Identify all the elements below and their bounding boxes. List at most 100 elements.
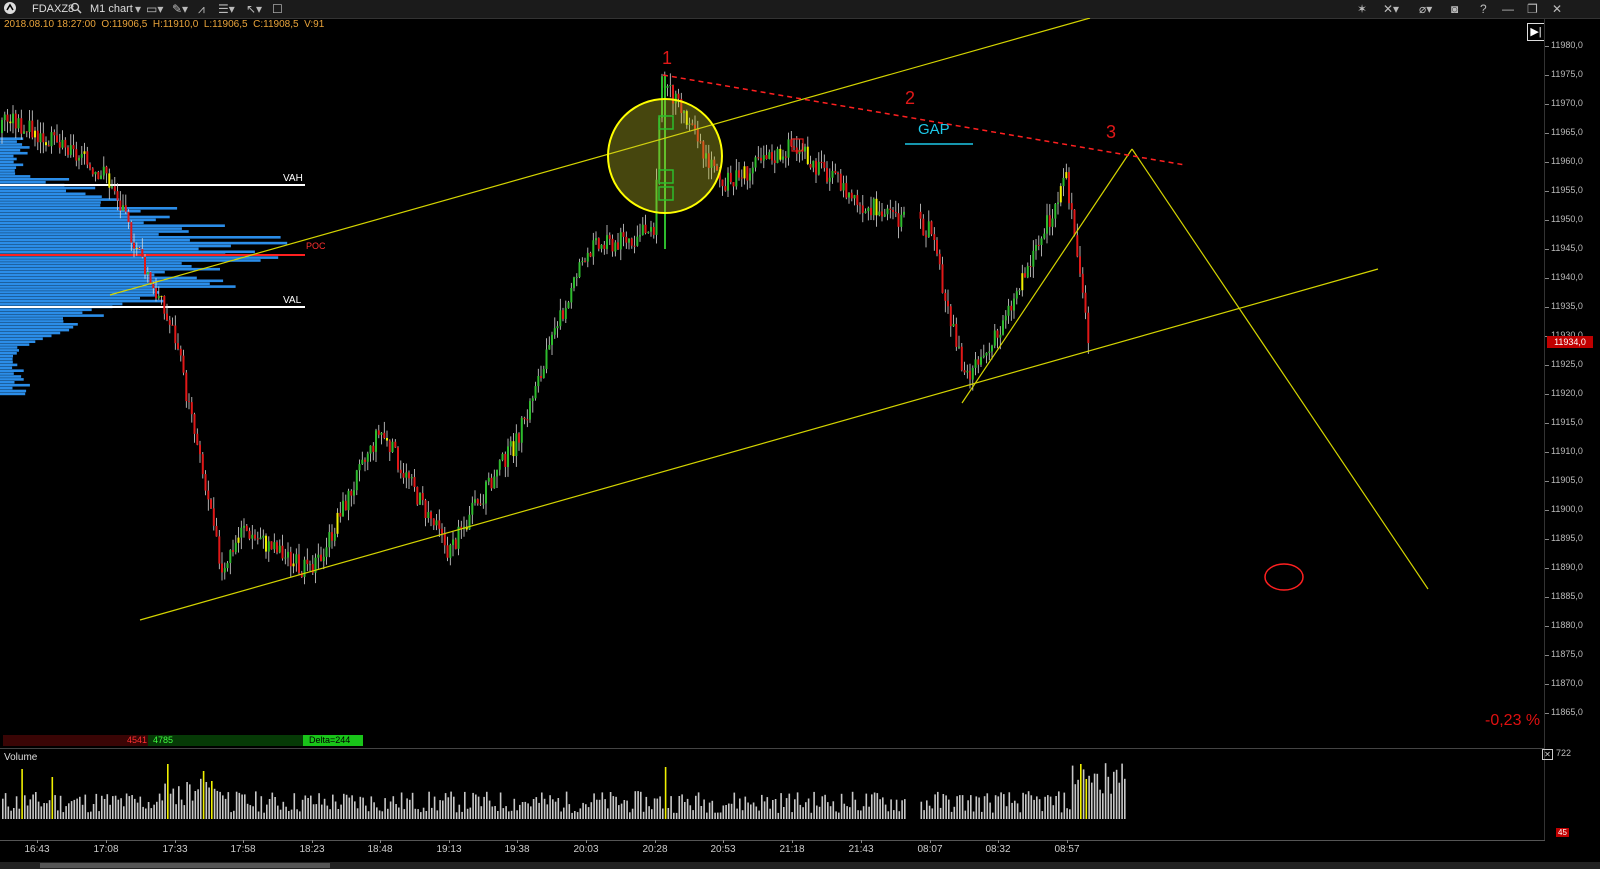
- volume-bar: [978, 797, 980, 819]
- candle-body: [749, 173, 751, 181]
- volume-bar: [433, 796, 436, 819]
- volume-bar: [816, 805, 818, 819]
- candle-body: [892, 210, 894, 212]
- candle-body: [820, 161, 823, 163]
- time-label: 20:53: [710, 844, 736, 855]
- symbol-selector[interactable]: FDAXZ8: [32, 1, 74, 17]
- volume-bar: [750, 804, 752, 819]
- help-icon[interactable]: ?: [1480, 1, 1487, 17]
- volume-bar: [282, 801, 285, 819]
- price-tick: [1545, 394, 1549, 395]
- bars-icon[interactable]: ☰▾: [218, 1, 235, 17]
- candle-body: [512, 441, 515, 457]
- chevron-down-icon[interactable]: ▾: [135, 1, 141, 17]
- candle-body: [232, 550, 234, 552]
- candle-body: [584, 260, 586, 262]
- candle-body: [377, 430, 380, 435]
- maximize-icon[interactable]: ❐: [1527, 1, 1538, 17]
- candle-body: [630, 238, 633, 246]
- chart-type-dropdown[interactable]: M1 chart: [90, 1, 133, 17]
- volume-bar: [736, 808, 738, 819]
- volume-bar: [887, 811, 890, 819]
- time-tick: [655, 840, 656, 843]
- volume-bar: [340, 804, 342, 819]
- volume-bar: [824, 794, 826, 819]
- candle-body: [383, 432, 386, 438]
- candle-body: [743, 166, 746, 179]
- candle-body: [823, 162, 826, 168]
- volume-bar: [563, 807, 565, 819]
- volume-bar: [26, 805, 29, 819]
- candle-body: [177, 343, 179, 349]
- volume-bar: [57, 810, 59, 819]
- volume-bar: [516, 810, 518, 819]
- app-logo-icon[interactable]: [3, 1, 17, 17]
- candle-body: [812, 160, 815, 168]
- candle-body: [287, 551, 289, 558]
- volume-bar: [1019, 812, 1022, 819]
- candle-body: [78, 157, 80, 161]
- candle-body: [97, 172, 100, 180]
- volume-bar: [766, 797, 769, 819]
- volume-bar: [505, 806, 507, 819]
- candle-body: [94, 172, 97, 175]
- volume-bar: [180, 799, 183, 819]
- volume-bar: [1049, 796, 1052, 819]
- candle-body: [834, 170, 837, 173]
- window-icon[interactable]: ☐: [272, 1, 283, 17]
- close-icon[interactable]: ✕: [1552, 1, 1562, 17]
- candle-body: [556, 326, 559, 329]
- search-icon[interactable]: [70, 1, 82, 17]
- monitor-icon[interactable]: ▭▾: [146, 1, 163, 17]
- candle-body: [988, 351, 991, 353]
- profile-bar: [0, 212, 130, 216]
- candle-body: [1040, 238, 1043, 245]
- volume-bar: [994, 795, 997, 819]
- profile-bar: [0, 236, 281, 239]
- volume-bar: [76, 798, 78, 819]
- candle-body: [375, 430, 377, 452]
- volume-bar: [337, 809, 340, 819]
- candle-body: [397, 447, 399, 470]
- volume-bar: [681, 794, 683, 819]
- volume-bar: [857, 810, 859, 819]
- profile-bar: [0, 273, 155, 277]
- volume-bar: [959, 795, 961, 819]
- volume-bar: [318, 793, 320, 819]
- volume-bar: [832, 801, 835, 819]
- volume-bar: [348, 797, 351, 819]
- candle-body: [520, 417, 523, 443]
- volume-bar: [706, 812, 708, 819]
- time-axis[interactable]: 16:43 17:08 17:33 17:58 18:23 18:48 19:13 19:38…: [0, 840, 1545, 862]
- volume-bar: [189, 784, 191, 819]
- crosshair-icon[interactable]: ✕▾: [1383, 1, 1399, 17]
- candle-body: [108, 173, 111, 188]
- candle-body: [1010, 305, 1013, 311]
- volume-bar: [1014, 800, 1016, 819]
- time-tick: [792, 840, 793, 843]
- pen-icon[interactable]: ✎▾: [172, 1, 188, 17]
- volume-bar: [307, 798, 309, 819]
- scrollbar-thumb[interactable]: [40, 863, 330, 868]
- volume-bar: [755, 806, 758, 819]
- candle-body: [919, 211, 922, 219]
- indicator-icon[interactable]: ⩘: [198, 1, 205, 17]
- candle-body: [388, 440, 391, 452]
- magic-icon[interactable]: ✶: [1357, 1, 1367, 17]
- volume-bar: [384, 798, 386, 819]
- horizontal-scrollbar[interactable]: [0, 862, 1600, 869]
- cursor-icon[interactable]: ↖▾: [246, 1, 262, 17]
- volume-bar: [574, 811, 576, 819]
- candle-body: [122, 205, 124, 211]
- volume-bar: [87, 812, 89, 819]
- volume-bar: [494, 806, 496, 819]
- price-chart[interactable]: VAH POC VAL GAP 1 2 3: [0, 18, 1545, 748]
- link-icon[interactable]: ⌀▾: [1419, 1, 1432, 17]
- minimize-icon[interactable]: —: [1502, 1, 1514, 17]
- volume-bar: [145, 808, 147, 819]
- camera-icon[interactable]: ◙: [1451, 1, 1458, 17]
- price-axis[interactable]: 11980,0 11975,0 11970,0 11965,0 11960,0 11955…: [1545, 18, 1600, 748]
- volume-bar: [535, 797, 538, 819]
- volume-bar: [1003, 794, 1005, 819]
- volume-bar: [164, 783, 166, 819]
